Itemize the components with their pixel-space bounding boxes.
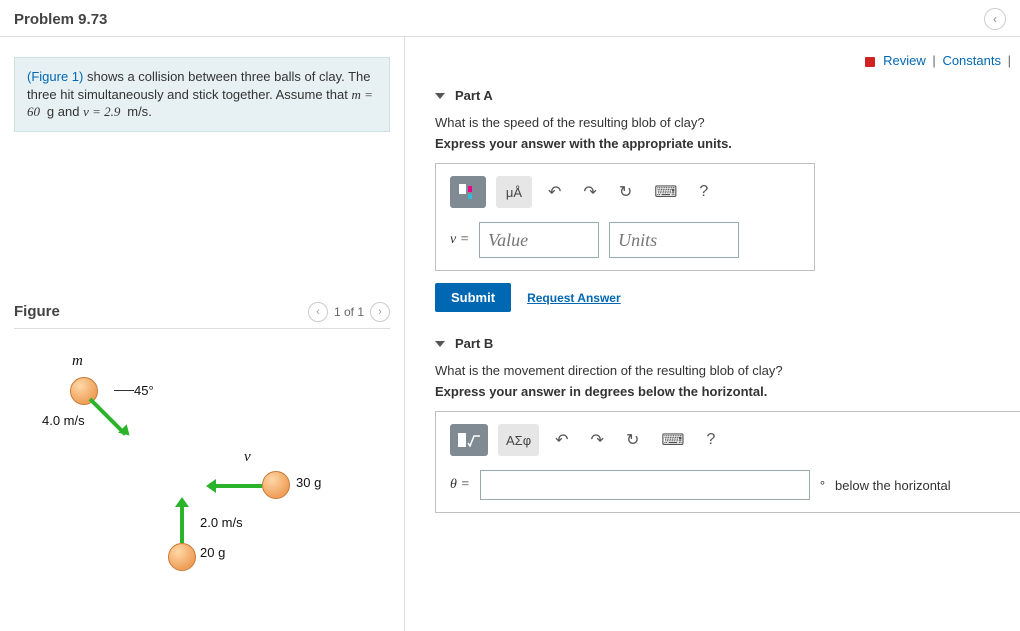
units-input[interactable] bbox=[609, 222, 739, 258]
units-tool-button[interactable]: μÅ bbox=[496, 176, 532, 208]
redo-button[interactable]: ↷ bbox=[577, 178, 602, 206]
submit-button-a[interactable]: Submit bbox=[435, 283, 511, 312]
collapse-part-a[interactable] bbox=[435, 93, 445, 99]
part-b-question: What is the movement direction of the re… bbox=[435, 363, 990, 378]
separator: | bbox=[932, 53, 935, 68]
part-a: Part A What is the speed of the resultin… bbox=[435, 88, 990, 312]
template-tool-button[interactable] bbox=[450, 176, 486, 208]
help-button-b[interactable]: ? bbox=[700, 427, 721, 453]
right-panel: Review | Constants | Part A What is the … bbox=[405, 37, 1020, 631]
label-speed1: 4.0 m/s bbox=[42, 413, 85, 428]
math-tool-button[interactable] bbox=[450, 424, 488, 456]
part-a-question: What is the speed of the resulting blob … bbox=[435, 115, 990, 130]
theta-input[interactable] bbox=[480, 470, 810, 500]
value-input[interactable] bbox=[479, 222, 599, 258]
label-mass3: 20 g bbox=[200, 545, 225, 560]
intro-v: v = 2.9 bbox=[83, 104, 124, 119]
arrow-head-ball-20g bbox=[175, 497, 189, 507]
page-title: Problem 9.73 bbox=[14, 11, 107, 28]
reset-button[interactable]: ↻ bbox=[613, 178, 638, 206]
figure-next-button[interactable]: › bbox=[370, 302, 390, 322]
constants-link[interactable]: Constants bbox=[942, 53, 1001, 68]
label-mass2: 30 g bbox=[296, 475, 321, 490]
part-b-input-panel: ΑΣφ ↶ ↷ ↻ ⌨ ? θ = ° below the horizontal bbox=[435, 411, 1020, 513]
keyboard-button-b[interactable]: ⌨ bbox=[655, 426, 690, 454]
problem-intro: (Figure 1) shows a collision between thr… bbox=[14, 57, 390, 132]
help-button[interactable]: ? bbox=[693, 179, 714, 205]
figure-heading: Figure bbox=[14, 303, 60, 320]
part-b: Part B What is the movement direction of… bbox=[435, 336, 990, 513]
label-angle: 45° bbox=[114, 383, 154, 398]
template-icon bbox=[459, 184, 477, 200]
request-answer-link-a[interactable]: Request Answer bbox=[527, 291, 621, 305]
undo-button-b[interactable]: ↶ bbox=[549, 426, 574, 454]
review-bar: Review | Constants | bbox=[405, 47, 1020, 78]
ball-30g bbox=[262, 471, 290, 499]
label-speed3: 2.0 m/s bbox=[200, 515, 243, 530]
divider bbox=[14, 328, 390, 329]
arrow-ball-20g bbox=[180, 505, 184, 543]
degree-symbol: ° bbox=[820, 478, 825, 493]
arrow-head-ball-30g bbox=[206, 479, 216, 493]
sqrt-icon bbox=[458, 433, 480, 447]
figure-prev-button[interactable]: ‹ bbox=[308, 302, 328, 322]
review-link[interactable]: Review bbox=[883, 53, 926, 68]
part-a-instruction: Express your answer with the appropriate… bbox=[435, 136, 990, 151]
reset-button-b[interactable]: ↻ bbox=[620, 426, 645, 454]
label-v: v bbox=[244, 449, 251, 466]
part-a-input-panel: μÅ ↶ ↷ ↻ ⌨ ? v = bbox=[435, 163, 815, 271]
arrow-ball-30g bbox=[214, 484, 262, 488]
ball-20g bbox=[168, 543, 196, 571]
next-problem-button[interactable]: ‹ bbox=[984, 8, 1006, 30]
label-m: m bbox=[72, 353, 83, 370]
part-a-label: Part A bbox=[455, 88, 493, 103]
part-b-label: Part B bbox=[455, 336, 493, 351]
left-panel: (Figure 1) shows a collision between thr… bbox=[0, 37, 405, 631]
keyboard-button[interactable]: ⌨ bbox=[648, 178, 683, 206]
collapse-part-b[interactable] bbox=[435, 341, 445, 347]
part-b-instruction: Express your answer in degrees below the… bbox=[435, 384, 990, 399]
part-b-prefix: θ = bbox=[450, 477, 470, 493]
flag-icon[interactable] bbox=[865, 57, 875, 67]
figure-canvas: m 45° 4.0 m/s v 30 g 2.0 m/s 20 bbox=[14, 347, 334, 577]
figure-counter: 1 of 1 bbox=[334, 305, 364, 319]
figure-link[interactable]: (Figure 1) bbox=[27, 69, 83, 84]
greek-tool-button[interactable]: ΑΣφ bbox=[498, 424, 539, 456]
part-a-prefix: v = bbox=[450, 232, 469, 248]
redo-button-b[interactable]: ↷ bbox=[585, 426, 610, 454]
undo-button[interactable]: ↶ bbox=[542, 178, 567, 206]
suffix-text: below the horizontal bbox=[835, 478, 951, 493]
